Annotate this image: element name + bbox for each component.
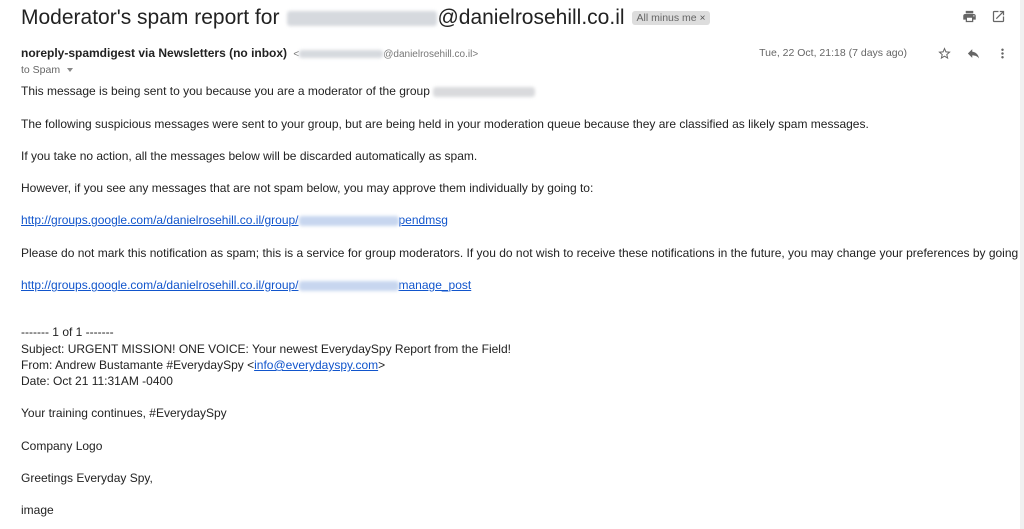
- manage-post-link-line: http://groups.google.com/a/danielrosehil…: [21, 278, 471, 292]
- body-paragraph: However, if you see any messages that ar…: [21, 181, 594, 195]
- email-subject: Moderator's spam report for @danielroseh…: [21, 4, 711, 32]
- print-icon[interactable]: [961, 8, 977, 24]
- reply-icon[interactable]: [965, 45, 981, 61]
- redacted-group-id: [298, 280, 399, 291]
- more-vert-icon[interactable]: [994, 45, 1010, 61]
- scrollbar[interactable]: [1020, 0, 1024, 529]
- manage-post-link[interactable]: http://groups.google.com/a/danielrosehil…: [21, 278, 471, 292]
- body-paragraph: The following suspicious messages were s…: [21, 117, 869, 131]
- held-message-line: Your training continues, #EverydaySpy: [21, 406, 227, 420]
- pending-messages-link-line: http://groups.google.com/a/danielrosehil…: [21, 213, 448, 227]
- redacted-group-name: [433, 86, 536, 97]
- label-chip-text: All minus me: [636, 12, 697, 24]
- message-meta: Tue, 22 Oct, 21:18 (7 days ago): [759, 45, 1010, 61]
- remove-label-icon[interactable]: ×: [700, 13, 706, 24]
- body-paragraph: Please do not mark this notification as …: [21, 246, 1024, 260]
- subject-prefix: Moderator's spam report for: [21, 6, 280, 29]
- redacted-sender-user: [299, 50, 384, 59]
- redacted-group-id: [298, 215, 399, 226]
- redacted-email-user: [287, 10, 438, 26]
- sender-email-link[interactable]: info@everydayspy.com: [254, 358, 378, 372]
- pending-messages-link[interactable]: http://groups.google.com/a/danielrosehil…: [21, 213, 448, 227]
- subject-domain: @danielrosehill.co.il: [437, 6, 625, 29]
- held-message-line: Greetings Everyday Spy,: [21, 471, 153, 485]
- star-icon[interactable]: [936, 45, 952, 61]
- held-message-line: image: [21, 503, 54, 517]
- recipient-line[interactable]: to Spam: [21, 64, 74, 76]
- message-date: Tue, 22 Oct, 21:18 (7 days ago): [759, 47, 907, 59]
- label-chip-all-minus-me[interactable]: All minus me ×: [631, 11, 711, 25]
- sender-name[interactable]: noreply-spamdigest via Newsletters (no i…: [21, 46, 287, 60]
- chevron-down-icon[interactable]: [67, 68, 74, 72]
- sender-email: < @danielrosehill.co.il>: [293, 49, 479, 60]
- to-label: to Spam: [21, 64, 61, 76]
- held-message-subject: Subject: URGENT MISSION! ONE VOICE: Your…: [21, 342, 511, 356]
- message-separator: ------- 1 of 1 -------: [21, 325, 114, 339]
- body-paragraph: If you take no action, all the messages …: [21, 149, 478, 163]
- open-in-new-window-icon[interactable]: [990, 8, 1006, 24]
- held-message-date: Date: Oct 21 11:31AM -0400: [21, 374, 173, 388]
- sender-line: noreply-spamdigest via Newsletters (no i…: [21, 46, 478, 60]
- body-paragraph: This message is being sent to you becaus…: [21, 84, 536, 98]
- held-message-line: Company Logo: [21, 439, 103, 453]
- held-message-from: From: Andrew Bustamante #EverydaySpy <in…: [21, 358, 386, 372]
- thread-toolbar: [961, 8, 1006, 24]
